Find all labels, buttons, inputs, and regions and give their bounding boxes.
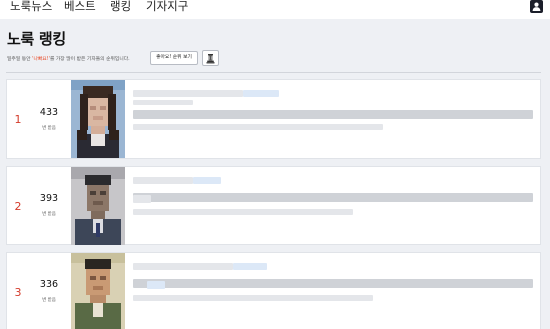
reporter-photo[interactable] [71, 253, 125, 329]
reporter-link-blurred [193, 177, 221, 184]
score-unit: 번 받음 [42, 212, 56, 217]
like-ranking-button[interactable]: 좋아요! 순위 보기 [150, 51, 198, 65]
article-title-blurred [133, 110, 533, 119]
score-unit: 번 받음 [42, 298, 56, 303]
nav-item-reporter-earth[interactable]: 기자지구 [146, 0, 188, 13]
reporter-affiliation-blurred [133, 100, 193, 105]
description-highlight: '나빠요!' [32, 57, 50, 62]
nav-item-ranking[interactable]: 랭킹 [110, 0, 131, 13]
rank-number: 3 [14, 286, 22, 299]
rank-number: 2 [14, 200, 22, 213]
score-value: 336 [39, 279, 59, 290]
trophy-button[interactable] [202, 50, 219, 66]
reporter-link-blurred [233, 263, 267, 270]
top-navigation: 노룩뉴스 베스트 랭킹 기자지구 [0, 0, 550, 19]
score-value: 393 [39, 193, 59, 204]
nav-item-norook-news[interactable]: 노룩뉴스 [10, 0, 52, 13]
reporter-name-blurred [133, 90, 243, 97]
page-title: 노룩 랭킹 [7, 30, 66, 48]
reporter-portrait-pixelated [71, 167, 125, 245]
reporter-photo[interactable] [71, 167, 125, 245]
reporter-portrait-pixelated [71, 80, 125, 158]
user-menu-button[interactable] [530, 0, 543, 13]
article-title-blurred [133, 193, 533, 202]
description-text-end: 를 가장 많이 받은 기자들의 순위입니다. [49, 57, 130, 62]
article-tag-blurred [133, 195, 151, 203]
reporter-portrait-pixelated [71, 253, 125, 329]
reporter-name-blurred [133, 177, 193, 184]
nav-item-best[interactable]: 베스트 [64, 0, 96, 13]
article-tag-blurred [147, 281, 165, 289]
reporter-photo[interactable] [71, 80, 125, 158]
reporter-name-blurred [133, 263, 233, 270]
user-icon [532, 2, 541, 11]
article-title-blurred [133, 279, 533, 288]
ranking-card[interactable]: 1 433 번 받음 [6, 79, 541, 159]
ranking-card[interactable]: 2 393 번 받음 [6, 166, 541, 245]
ranking-card[interactable]: 3 336 번 받음 [6, 252, 541, 329]
article-snippet-blurred [133, 209, 353, 215]
header-divider [6, 72, 541, 73]
page-description: 일주일 동안 '나빠요!'를 가장 많이 받은 기자들의 순위입니다. [7, 55, 130, 62]
rank-number: 1 [14, 113, 22, 126]
reporter-link-blurred [243, 90, 279, 97]
description-text: 일주일 동안 [7, 57, 33, 62]
score-value: 433 [39, 107, 59, 118]
article-snippet-blurred [133, 295, 373, 301]
trophy-icon [206, 54, 215, 64]
score-unit: 번 받음 [42, 126, 56, 131]
article-snippet-blurred [133, 124, 383, 130]
